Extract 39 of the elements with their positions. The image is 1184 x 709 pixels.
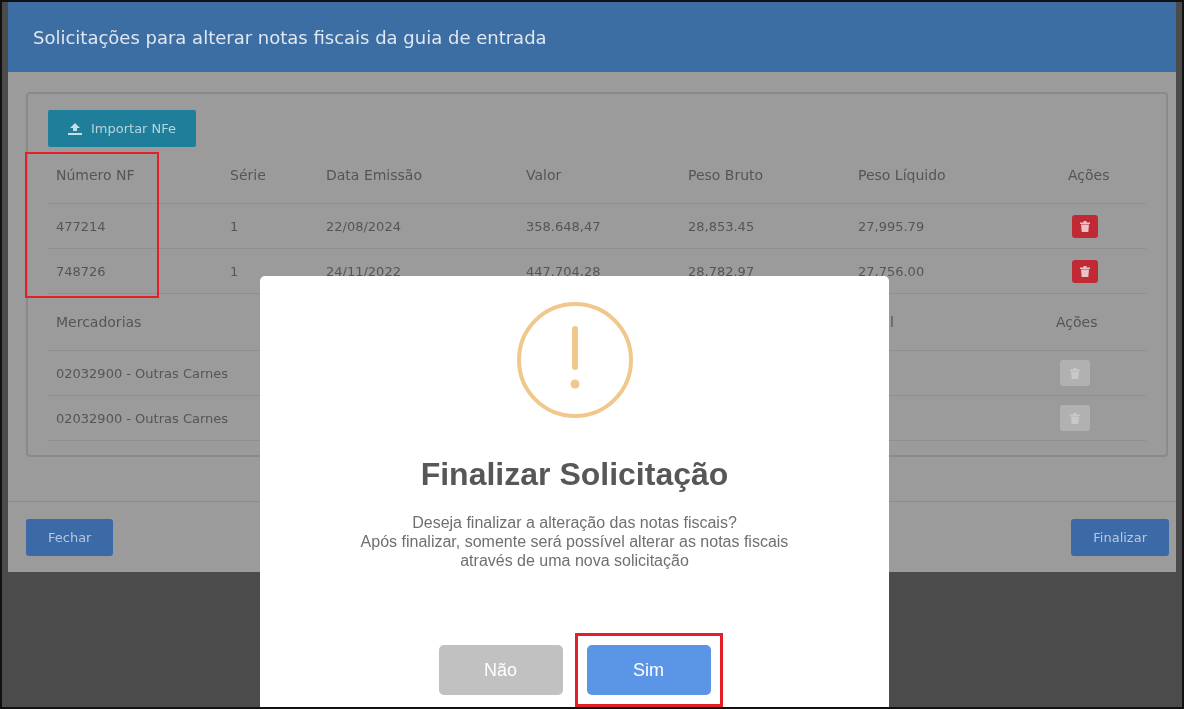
table-cell-text: 358.648,47	[526, 218, 602, 234]
dialog-message: Após finalizar, somente será possível alterar as notas fiscais	[360, 532, 789, 551]
table-cell-text: 28,782.97	[688, 263, 756, 279]
table-cell-text: 27,995.79	[858, 218, 926, 234]
table-cell-text: 02032900 - Outras Carnes	[56, 365, 230, 381]
dialog-message: Deseja finalizar a alteração das notas fiscais?	[412, 513, 737, 532]
table-cell-text: 1	[230, 263, 240, 279]
column-header: Série	[230, 167, 267, 183]
modal-title: Solicitações para alterar notas fiscais da guia de entrada	[33, 26, 547, 48]
close-button[interactable]: Fechar	[26, 518, 114, 556]
confirm-button[interactable]: Sim	[586, 645, 711, 695]
column-header: Ações	[1056, 314, 1099, 330]
trash-icon	[1080, 220, 1090, 232]
finish-button[interactable]: Finalizar	[1071, 518, 1169, 556]
dialog-title: Finalizar Solicitação	[420, 456, 729, 493]
upload-icon	[68, 122, 82, 135]
table-cell-text: 27,756.00	[858, 263, 926, 279]
delete-button[interactable]	[1072, 259, 1098, 283]
column-header: Valor	[526, 167, 563, 183]
table-cell-text: 02032900 - Outras Carnes	[56, 410, 230, 426]
column-header: Peso Líquido	[858, 167, 947, 183]
cancel-button[interactable]: Não	[438, 645, 563, 695]
warning-icon	[514, 300, 635, 420]
table-cell-text: 1	[230, 218, 240, 234]
table-cell-text: 22/08/2024	[326, 218, 402, 234]
column-header: Número NF	[56, 167, 136, 183]
column-header: Ações	[1068, 167, 1111, 183]
table-cell-text: 24/11/2022	[326, 263, 402, 279]
delete-button[interactable]	[1072, 214, 1098, 238]
table-cell-text: 477214	[56, 218, 107, 234]
import-button[interactable]: Importar NFe	[48, 110, 197, 147]
column-header: Mercadorias	[56, 314, 143, 330]
table-cell-text: 748726	[56, 263, 107, 279]
column-header: Peso Bruto	[688, 167, 765, 183]
table-cell-text: 28,853.45	[688, 218, 756, 234]
dialog-message: através de uma nova solicitação	[460, 551, 689, 570]
table-cell-text: 447.704,28	[526, 263, 602, 279]
trash-icon	[1080, 265, 1090, 277]
column-header: Data Emissão	[326, 167, 423, 183]
